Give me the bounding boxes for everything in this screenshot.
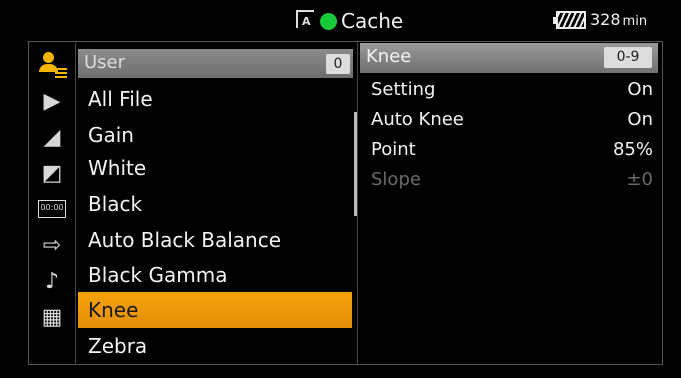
menu-item-gain[interactable]: Gain — [78, 117, 352, 153]
cache-label: Cache — [341, 9, 404, 33]
menu-item-black-gamma[interactable]: Black Gamma — [78, 257, 352, 293]
battery-minutes: 328 — [590, 10, 621, 29]
slope-value: ±0 — [626, 169, 653, 190]
menu-list: User 0 All File Gain White Black Auto Bl… — [75, 42, 358, 364]
user-glyph — [39, 52, 67, 78]
user-menu-icon[interactable] — [29, 48, 75, 82]
detail-title: Knee — [366, 46, 412, 67]
list-header-label: User — [84, 52, 126, 73]
auto-knee-value: On — [627, 109, 653, 130]
list-page-badge: 0 — [326, 54, 350, 74]
list-scrollbar[interactable] — [354, 112, 357, 216]
menu-item-zebra[interactable]: Zebra — [78, 328, 352, 364]
menu-item-auto-black-balance[interactable]: Auto Black Balance — [78, 222, 352, 258]
detail-header: Knee 0-9 — [360, 43, 658, 73]
cache-indicator: A Cache — [296, 9, 403, 33]
cache-status-dot-icon — [320, 12, 337, 30]
setting-row[interactable]: Setting On — [371, 76, 657, 104]
category-column: ▶ ◢ ◩ 00:00 ⇨ ♪ ▦ — [29, 42, 75, 364]
menu-item-black[interactable]: Black — [78, 186, 352, 222]
list-header: User 0 — [78, 49, 353, 78]
point-label: Point — [371, 139, 416, 160]
camera-icon[interactable]: ▶ — [29, 84, 75, 118]
auto-knee-label: Auto Knee — [371, 109, 464, 130]
slope-label: Slope — [371, 169, 421, 190]
clapper-icon[interactable]: ◢ — [29, 120, 75, 154]
timecode-glyph: 00:00 — [38, 200, 66, 218]
menu-item-all-file[interactable]: All File — [78, 81, 352, 117]
rec-mode-text: A — [302, 15, 311, 28]
detail-range-badge: 0-9 — [604, 47, 652, 68]
output-icon[interactable]: ⇨ — [29, 228, 75, 262]
status-bar: A Cache 328 min — [0, 0, 681, 40]
menu-item-white[interactable]: White — [78, 150, 352, 186]
point-value: 85% — [612, 139, 653, 160]
menu-item-knee[interactable]: Knee — [78, 292, 352, 328]
battery-unit: min — [622, 14, 648, 29]
battery-icon — [553, 11, 586, 29]
slope-row: Slope ±0 — [371, 166, 657, 194]
audio-icon[interactable]: ♪ — [29, 264, 75, 298]
menu-frame: ▶ ◢ ◩ 00:00 ⇨ ♪ ▦ User 0 All File Gain W… — [28, 41, 663, 365]
grid-icon[interactable]: ▦ — [29, 300, 75, 334]
paint-icon[interactable]: ◩ — [29, 156, 75, 190]
auto-knee-row[interactable]: Auto Knee On — [371, 106, 657, 134]
detail-panel: Knee 0-9 Setting On Auto Knee On Point 8… — [359, 42, 662, 364]
rec-mode-icon: A — [296, 10, 314, 28]
timecode-icon[interactable]: 00:00 — [29, 192, 75, 226]
setting-label: Setting — [371, 79, 436, 100]
setting-value: On — [627, 79, 653, 100]
battery-remaining: 328 min — [590, 10, 647, 29]
point-row[interactable]: Point 85% — [371, 136, 657, 164]
